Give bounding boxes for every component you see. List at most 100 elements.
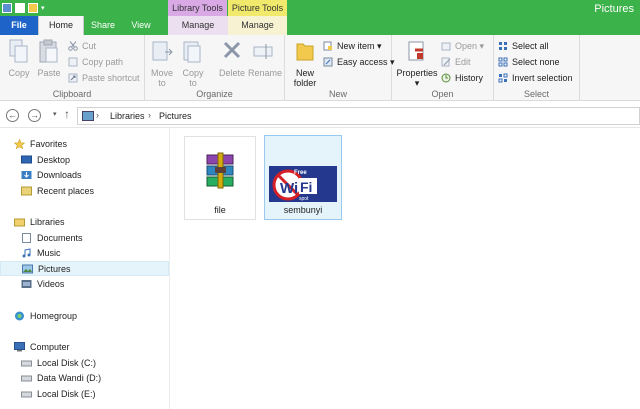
properties-icon[interactable] [15,3,25,13]
drive-icon [21,360,32,367]
music-icon [22,248,31,258]
copy-to-button[interactable]: Copy to [178,38,208,88]
file-item[interactable]: Wi Fi Free spot sembunyi [264,135,342,220]
nav-favorites[interactable]: Favorites [14,137,164,152]
recent-locations-dropdown-icon[interactable]: ▾ [53,110,57,118]
invert-selection-button[interactable]: Invert selection [498,71,573,85]
new-folder-button[interactable]: New folder [290,38,320,88]
cut-button[interactable]: Cut [68,39,96,53]
move-to-icon [152,41,173,61]
forward-button[interactable]: → [28,109,41,122]
paste-shortcut-button[interactable]: Paste shortcut [68,71,140,85]
nav-computer[interactable]: Computer [14,340,164,355]
copy-button[interactable]: Copy [4,38,34,78]
recent-places-icon [21,186,32,196]
pictures-icon [22,264,33,274]
star-icon [14,139,25,149]
copy-path-button[interactable]: Copy path [68,55,123,69]
address-bar[interactable]: › Libraries › Pictures [77,107,640,125]
nav-music[interactable]: Music [21,246,164,261]
ribbon-tabs: File Home Share View Manage Manage [0,16,287,35]
breadcrumb-libraries[interactable]: Libraries [110,111,145,121]
easy-access-label: Easy access [337,57,388,67]
folder-icon [296,43,314,61]
nav-computer-label: Computer [30,342,70,352]
nav-desktop[interactable]: Desktop [21,153,164,168]
tab-file[interactable]: File [0,16,38,35]
up-arrow-icon[interactable]: ↑ [64,107,70,121]
breadcrumb-pictures[interactable]: Pictures [159,111,192,121]
select-none-label: Select none [512,57,560,67]
properties-button[interactable]: Properties ▾ [396,38,438,88]
nav-local-disk-c[interactable]: Local Disk (C:) [21,356,164,371]
nav-videos[interactable]: Videos [21,277,164,292]
nav-pictures[interactable]: Pictures [0,261,169,276]
new-item-button[interactable]: New item ▾ [323,39,382,53]
drive-icon [21,391,32,398]
edit-button[interactable]: Edit [441,55,471,69]
select-all-label: Select all [512,41,549,51]
pictures-library-icon [82,111,94,121]
clipboard-group: Copy Paste Cut Copy path Paste shortcut … [0,35,145,101]
nav-favorites-label: Favorites [30,139,68,149]
downloads-icon [21,171,32,179]
copy-label: Copy [8,68,30,78]
open-label: Open [455,41,478,51]
organize-group: Move to Copy to Delete Rename Organize [145,35,285,101]
select-all-button[interactable]: Select all [498,39,549,53]
wifi-fi-text: Fi [300,179,312,195]
tab-home[interactable]: Home [38,16,84,35]
nav-local-disk-e[interactable]: Local Disk (E:) [21,387,164,402]
file-list[interactable]: file Wi Fi Free spot sembunyi [171,128,640,409]
rename-button[interactable]: Rename [248,38,282,78]
open-group-label: Open [431,89,454,99]
paste-shortcut-label: Paste shortcut [82,73,140,83]
nav-recent-places[interactable]: Recent places [21,184,164,199]
nav-pictures-label: Pictures [38,264,71,274]
move-to-label-2: to [158,78,166,88]
winrar-archive-icon [206,152,234,189]
nav-downloads[interactable]: Downloads [21,168,164,183]
tab-manage-picture[interactable]: Manage [228,16,287,35]
documents-icon [22,233,31,243]
select-group-label: Select [523,89,549,99]
history-button[interactable]: History [441,71,483,85]
forward-arrow-icon: → [30,110,39,120]
libraries-icon [14,218,25,227]
easy-access-button[interactable]: Easy access ▾ [323,55,395,69]
title-bar: ▾ Library Tools Picture Tools Pictures F… [0,0,640,35]
breadcrumb-separator-icon[interactable]: › [148,110,151,120]
back-button[interactable]: ← [6,109,19,122]
paste-button[interactable]: Paste [34,38,64,78]
drive-icon [21,375,32,382]
nav-documents[interactable]: Documents [21,231,164,246]
file-item[interactable]: file [184,136,256,220]
nav-data-wandi-d[interactable]: Data Wandi (D:) [21,371,164,386]
tab-view[interactable]: View [122,16,160,35]
paste-icon [39,39,58,63]
open-group: Properties ▾ Open ▾ Edit History Open [392,35,494,101]
nav-homegroup[interactable]: Homegroup [14,309,164,324]
history-icon [441,73,451,83]
copy-to-icon [183,41,201,63]
computer-icon [14,342,25,352]
invert-selection-label: Invert selection [512,73,573,83]
delete-button[interactable]: Delete [217,38,247,78]
nav-music-label: Music [37,248,61,258]
breadcrumb-separator-icon[interactable]: › [96,110,99,120]
tab-manage-library[interactable]: Manage [168,16,228,35]
nav-videos-label: Videos [37,279,65,289]
open-button[interactable]: Open ▾ [441,39,484,53]
select-none-button[interactable]: Select none [498,55,560,69]
move-to-button[interactable]: Move to [147,38,177,88]
cut-label: Cut [82,41,97,51]
customize-qat-icon[interactable]: ▾ [41,4,45,12]
picture-tools-header: Picture Tools [228,0,287,16]
explorer-window-icon[interactable] [2,3,12,13]
tab-share[interactable]: Share [84,16,122,35]
quick-access-toolbar: ▾ [0,0,45,16]
new-folder-icon[interactable] [28,3,38,13]
desktop-icon [21,155,32,164]
file-name: file [214,205,226,215]
nav-libraries[interactable]: Libraries [14,215,164,230]
